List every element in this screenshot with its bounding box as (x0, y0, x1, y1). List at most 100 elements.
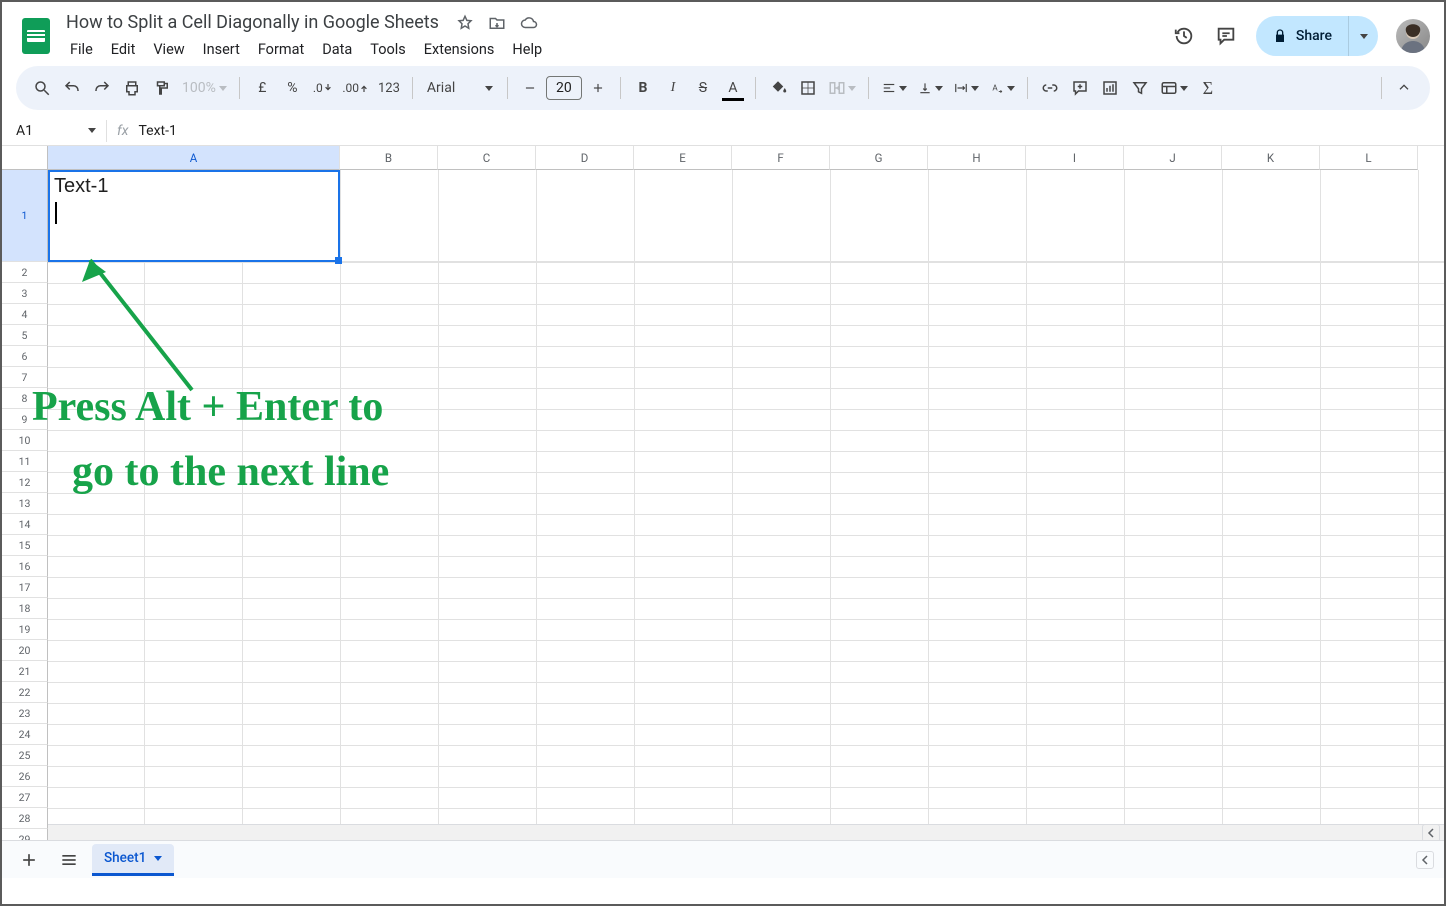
font-size-increase[interactable] (584, 73, 612, 103)
row-header[interactable]: 19 (2, 619, 48, 640)
percent-button[interactable]: % (278, 73, 306, 103)
menu-edit[interactable]: Edit (103, 37, 144, 62)
spreadsheet-grid[interactable]: A B C D E F G H I J K L 1 2 3 4 5 6 7 8 … (2, 146, 1444, 840)
name-box[interactable]: A1 (2, 117, 106, 145)
row-header[interactable]: 18 (2, 598, 48, 619)
menu-format[interactable]: Format (250, 37, 312, 62)
row-header[interactable]: 26 (2, 766, 48, 787)
paint-format-icon[interactable] (148, 73, 176, 103)
align-button[interactable] (877, 73, 911, 103)
filter-button[interactable] (1126, 73, 1154, 103)
active-cell-a1[interactable]: Text-1 (48, 170, 340, 262)
undo-icon[interactable] (58, 73, 86, 103)
row-header[interactable]: 8 (2, 388, 48, 409)
col-header-b[interactable]: B (340, 146, 438, 170)
formula-input[interactable]: Text-1 (138, 123, 176, 139)
star-icon[interactable] (455, 13, 475, 33)
bold-button[interactable]: B (629, 73, 657, 103)
col-header-l[interactable]: L (1320, 146, 1418, 170)
row-header[interactable]: 10 (2, 430, 48, 451)
menu-file[interactable]: File (62, 37, 101, 62)
increase-decimal-button[interactable]: .00 (338, 73, 372, 103)
number-format-button[interactable]: 123 (374, 73, 404, 103)
row-header[interactable]: 22 (2, 682, 48, 703)
italic-button[interactable]: I (659, 73, 687, 103)
currency-button[interactable]: £ (248, 73, 276, 103)
row-header[interactable]: 15 (2, 535, 48, 556)
all-sheets-button[interactable] (52, 845, 86, 875)
history-icon[interactable] (1172, 24, 1196, 48)
col-header-a[interactable]: A (48, 146, 340, 170)
col-header-h[interactable]: H (928, 146, 1026, 170)
menu-tools[interactable]: Tools (362, 37, 414, 62)
cloud-status-icon[interactable] (519, 13, 539, 33)
doc-title[interactable]: How to Split a Cell Diagonally in Google… (62, 10, 443, 35)
wrap-button[interactable] (949, 73, 983, 103)
row-header[interactable]: 3 (2, 283, 48, 304)
row-header[interactable]: 29 (2, 829, 48, 840)
comments-icon[interactable] (1214, 24, 1238, 48)
share-dropdown[interactable] (1348, 16, 1378, 56)
select-all-corner[interactable] (2, 146, 48, 170)
share-button[interactable]: Share (1256, 16, 1348, 56)
insert-comment-button[interactable] (1066, 73, 1094, 103)
redo-icon[interactable] (88, 73, 116, 103)
menu-help[interactable]: Help (504, 37, 550, 62)
account-avatar[interactable] (1396, 19, 1430, 53)
functions-button[interactable]: Σ (1194, 73, 1222, 103)
print-icon[interactable] (118, 73, 146, 103)
col-header-c[interactable]: C (438, 146, 536, 170)
menu-extensions[interactable]: Extensions (416, 37, 503, 62)
row-header[interactable]: 5 (2, 325, 48, 346)
font-size-decrease[interactable] (516, 73, 544, 103)
row-header[interactable]: 12 (2, 472, 48, 493)
zoom-select[interactable]: 100% (178, 73, 231, 103)
move-icon[interactable] (487, 13, 507, 33)
row-header[interactable]: 2 (2, 262, 48, 283)
horizontal-scrollbar[interactable] (48, 824, 1444, 840)
link-button[interactable] (1036, 73, 1064, 103)
row-header[interactable]: 13 (2, 493, 48, 514)
fill-handle[interactable] (335, 257, 342, 264)
col-header-f[interactable]: F (732, 146, 830, 170)
row-header[interactable]: 25 (2, 745, 48, 766)
menu-view[interactable]: View (145, 37, 192, 62)
decrease-decimal-button[interactable]: .0 (308, 73, 336, 103)
scroll-left-icon[interactable] (1416, 851, 1434, 869)
menu-insert[interactable]: Insert (195, 37, 248, 62)
col-header-k[interactable]: K (1222, 146, 1320, 170)
row-header[interactable]: 1 (2, 170, 48, 262)
fill-color-button[interactable] (764, 73, 792, 103)
row-header[interactable]: 6 (2, 346, 48, 367)
row-header[interactable]: 9 (2, 409, 48, 430)
row-header[interactable]: 24 (2, 724, 48, 745)
menu-data[interactable]: Data (314, 37, 360, 62)
font-size-input[interactable]: 20 (546, 76, 582, 100)
row-header[interactable]: 4 (2, 304, 48, 325)
strikethrough-button[interactable]: S (689, 73, 717, 103)
row-header[interactable]: 7 (2, 367, 48, 388)
table-view-button[interactable] (1156, 73, 1192, 103)
row-header[interactable]: 17 (2, 577, 48, 598)
scroll-left-icon[interactable] (1422, 824, 1440, 841)
sheet-tab-sheet1[interactable]: Sheet1 (92, 844, 174, 876)
row-header[interactable]: 28 (2, 808, 48, 829)
row-header[interactable]: 16 (2, 556, 48, 577)
valign-button[interactable] (913, 73, 947, 103)
row-header[interactable]: 11 (2, 451, 48, 472)
merge-button[interactable] (824, 73, 860, 103)
col-header-j[interactable]: J (1124, 146, 1222, 170)
row-header[interactable]: 27 (2, 787, 48, 808)
insert-chart-button[interactable] (1096, 73, 1124, 103)
rotate-text-button[interactable]: A (985, 73, 1019, 103)
font-select[interactable]: Arial (421, 73, 499, 103)
text-color-button[interactable]: A (719, 73, 747, 103)
col-header-e[interactable]: E (634, 146, 732, 170)
row-header[interactable]: 20 (2, 640, 48, 661)
col-header-i[interactable]: I (1026, 146, 1124, 170)
borders-button[interactable] (794, 73, 822, 103)
row-header[interactable]: 21 (2, 661, 48, 682)
add-sheet-button[interactable] (12, 845, 46, 875)
row-header[interactable]: 23 (2, 703, 48, 724)
col-header-d[interactable]: D (536, 146, 634, 170)
